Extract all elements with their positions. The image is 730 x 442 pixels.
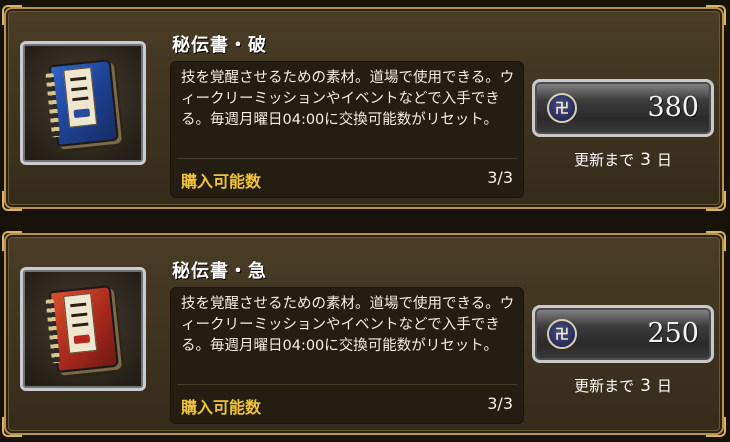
- corner-ornament: [706, 231, 726, 251]
- item-thumbnail: [20, 267, 146, 391]
- item-thumbnail: [20, 41, 146, 165]
- item-name: 秘伝書・破: [172, 35, 267, 56]
- corner-ornament: [2, 417, 22, 437]
- item-info-panel: 技を覚醒させるための素材。道場で使用できる。ウィークリーミッションやイベントなど…: [170, 61, 524, 198]
- refresh-timer: 更新まで 3 日: [532, 149, 714, 170]
- corner-ornament: [2, 5, 22, 25]
- refresh-days: 3: [640, 376, 651, 396]
- purchase-price-button[interactable]: 卍 380: [532, 79, 714, 137]
- purchase-limit-label: 購入可能数: [181, 398, 262, 417]
- refresh-prefix: 更新まで: [574, 151, 635, 169]
- item-description: 技を覚醒させるための素材。道場で使用できる。ウィークリーミッションやイベントなど…: [181, 296, 515, 354]
- refresh-timer: 更新まで 3 日: [532, 375, 714, 396]
- corner-ornament: [706, 5, 726, 25]
- book-label: [63, 293, 98, 354]
- price-amount: 250: [647, 318, 699, 349]
- shop-item-card[interactable]: 秘伝書・破 技を覚醒させるための素材。道場で使用できる。ウィークリーミッションや…: [2, 5, 726, 211]
- item-description: 技を覚醒させるための素材。道場で使用できる。ウィークリーミッションやイベントなど…: [181, 70, 515, 128]
- refresh-unit: 日: [656, 377, 672, 395]
- item-name: 秘伝書・急: [172, 261, 267, 282]
- refresh-prefix: 更新まで: [574, 377, 635, 395]
- refresh-days: 3: [640, 150, 651, 170]
- corner-ornament: [2, 231, 22, 251]
- purchase-limit-label: 購入可能数: [181, 172, 262, 191]
- book-label: [63, 67, 98, 128]
- price-amount: 380: [647, 92, 699, 123]
- corner-ornament: [2, 191, 22, 211]
- purchase-price-button[interactable]: 卍 250: [532, 305, 714, 363]
- divider: [177, 158, 517, 159]
- divider: [177, 384, 517, 385]
- corner-ornament: [706, 417, 726, 437]
- corner-ornament: [706, 191, 726, 211]
- currency-coin-icon: 卍: [547, 319, 577, 349]
- purchase-limit-value: 3/3: [487, 168, 513, 187]
- refresh-unit: 日: [656, 151, 672, 169]
- currency-coin-icon: 卍: [547, 93, 577, 123]
- scroll-book-red-icon: [45, 284, 124, 378]
- scroll-book-blue-icon: [45, 58, 124, 152]
- item-info-panel: 技を覚醒させるための素材。道場で使用できる。ウィークリーミッションやイベントなど…: [170, 287, 524, 424]
- shop-item-card[interactable]: 秘伝書・急 技を覚醒させるための素材。道場で使用できる。ウィークリーミッションや…: [2, 231, 726, 437]
- purchase-limit-value: 3/3: [487, 394, 513, 413]
